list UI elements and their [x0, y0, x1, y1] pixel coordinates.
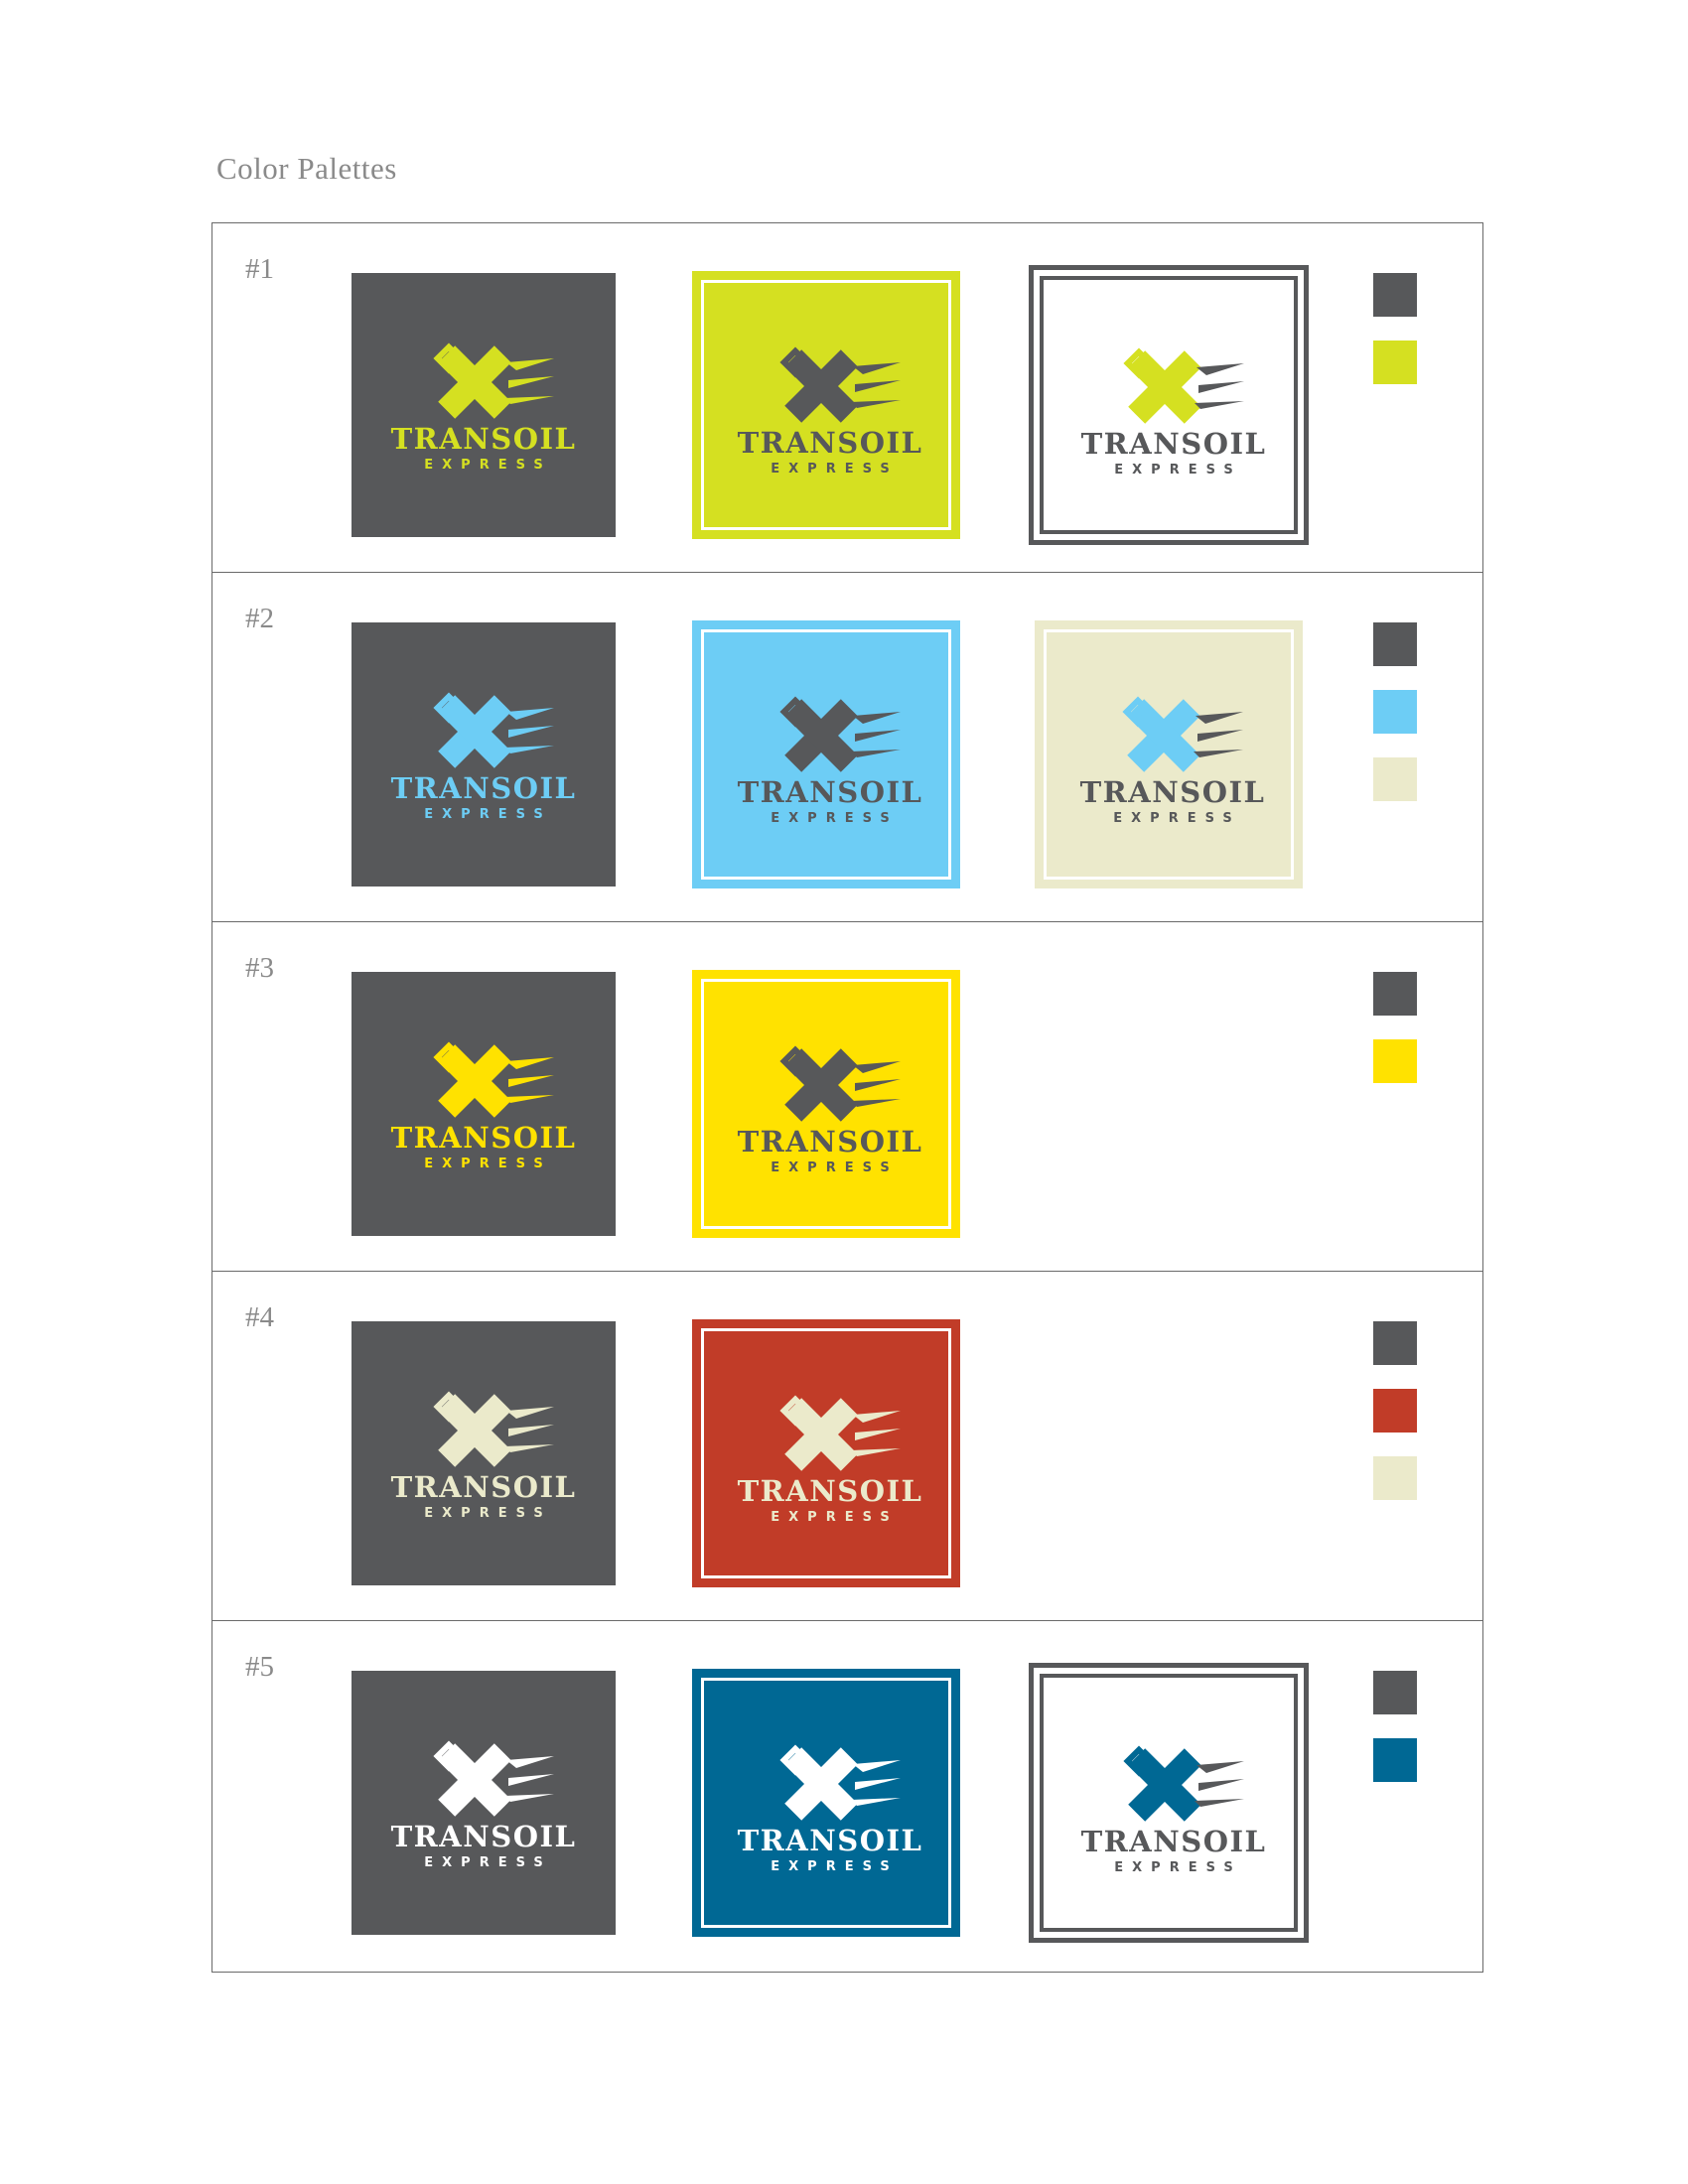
logo-tile: TRANSOIL EXPRESS: [1029, 1663, 1309, 1943]
palette-row: #2 TRANSOIL EXPRESS TRANSOIL EXPRESS TRA…: [212, 573, 1482, 922]
logo-tagline: EXPRESS: [424, 1506, 552, 1521]
logo-tile: TRANSOIL EXPRESS: [692, 271, 960, 539]
logo-tagline: EXPRESS: [1114, 1860, 1242, 1875]
palette-table: #1 TRANSOIL EXPRESS TRANSOIL EXPRESS TRA…: [211, 222, 1483, 1973]
logo-mark-icon: [433, 1740, 554, 1817]
logo-tagline: EXPRESS: [424, 1157, 552, 1171]
logo-tagline: EXPRESS: [771, 1160, 899, 1175]
logo-tile: TRANSOIL EXPRESS: [692, 1669, 960, 1937]
logo-tile: TRANSOIL EXPRESS: [1029, 265, 1309, 545]
logo-tagline: EXPRESS: [424, 807, 552, 822]
logo-tile: TRANSOIL EXPRESS: [352, 273, 616, 537]
logo-tile: TRANSOIL EXPRESS: [692, 970, 960, 1238]
logo-wordmark: TRANSOIL: [390, 1820, 577, 1853]
logo-tile: TRANSOIL EXPRESS: [352, 1671, 616, 1935]
logo-tile: TRANSOIL EXPRESS: [352, 972, 616, 1236]
logo-wordmark: TRANSOIL: [1080, 427, 1267, 461]
page-title: Color Palettes: [216, 151, 397, 186]
logo-wordmark: TRANSOIL: [737, 426, 923, 460]
palette-number: #3: [245, 952, 274, 984]
logo-mark-icon: [779, 696, 901, 772]
logo-mark-icon: [433, 692, 554, 768]
logo-wordmark: TRANSOIL: [390, 1470, 577, 1504]
color-swatch: [1373, 690, 1417, 734]
logo-mark-icon: [779, 1744, 901, 1821]
logo-mark-icon: [433, 1041, 554, 1118]
logo-wordmark: TRANSOIL: [390, 422, 577, 456]
logo-tagline: EXPRESS: [771, 462, 899, 477]
logo-tagline: EXPRESS: [771, 1510, 899, 1525]
logo-wordmark: TRANSOIL: [1080, 1825, 1267, 1858]
logo-tile: TRANSOIL EXPRESS: [692, 1319, 960, 1587]
logo-wordmark: TRANSOIL: [737, 1125, 923, 1159]
logo-tile: TRANSOIL EXPRESS: [352, 1321, 616, 1585]
logo-tagline: EXPRESS: [424, 1855, 552, 1870]
color-swatch: [1373, 757, 1417, 801]
color-swatch: [1373, 1671, 1417, 1714]
logo-mark-icon: [433, 1391, 554, 1467]
logo-wordmark: TRANSOIL: [390, 771, 577, 805]
color-swatch: [1373, 1456, 1417, 1500]
palette-row: #1 TRANSOIL EXPRESS TRANSOIL EXPRESS TRA…: [212, 223, 1482, 573]
logo-tile: TRANSOIL EXPRESS: [352, 622, 616, 887]
color-swatch: [1373, 1039, 1417, 1083]
palette-number: #4: [245, 1301, 274, 1333]
palette-row: #4 TRANSOIL EXPRESS TRANSOIL EXPRESS: [212, 1272, 1482, 1621]
logo-mark-icon: [1123, 347, 1244, 424]
logo-mark-icon: [779, 1045, 901, 1122]
logo-mark-icon: [779, 346, 901, 423]
color-swatch: [1373, 1321, 1417, 1365]
palette-number: #2: [245, 603, 274, 634]
logo-mark-icon: [1123, 1745, 1244, 1822]
color-swatch: [1373, 972, 1417, 1016]
logo-wordmark: TRANSOIL: [1079, 775, 1266, 809]
logo-tagline: EXPRESS: [1114, 463, 1242, 478]
palette-number: #5: [245, 1651, 274, 1683]
logo-tile: TRANSOIL EXPRESS: [1035, 620, 1303, 888]
logo-wordmark: TRANSOIL: [737, 1474, 923, 1508]
color-swatch: [1373, 341, 1417, 384]
logo-tagline: EXPRESS: [771, 811, 899, 826]
color-swatch: [1373, 1738, 1417, 1782]
logo-mark-icon: [779, 1395, 901, 1471]
logo-tile: TRANSOIL EXPRESS: [692, 620, 960, 888]
logo-wordmark: TRANSOIL: [737, 1824, 923, 1857]
color-swatch: [1373, 273, 1417, 317]
palette-number: #1: [245, 253, 274, 285]
color-swatch: [1373, 622, 1417, 666]
logo-tagline: EXPRESS: [1113, 811, 1241, 826]
palette-row: #5 TRANSOIL EXPRESS TRANSOIL EXPRESS TRA…: [212, 1621, 1482, 1971]
logo-tagline: EXPRESS: [771, 1859, 899, 1874]
logo-wordmark: TRANSOIL: [737, 775, 923, 809]
palette-row: #3 TRANSOIL EXPRESS TRANSOIL EXPRESS: [212, 922, 1482, 1272]
color-swatch: [1373, 1389, 1417, 1433]
logo-wordmark: TRANSOIL: [390, 1121, 577, 1155]
logo-mark-icon: [433, 342, 554, 419]
logo-mark-icon: [1122, 696, 1243, 772]
logo-tagline: EXPRESS: [424, 458, 552, 473]
